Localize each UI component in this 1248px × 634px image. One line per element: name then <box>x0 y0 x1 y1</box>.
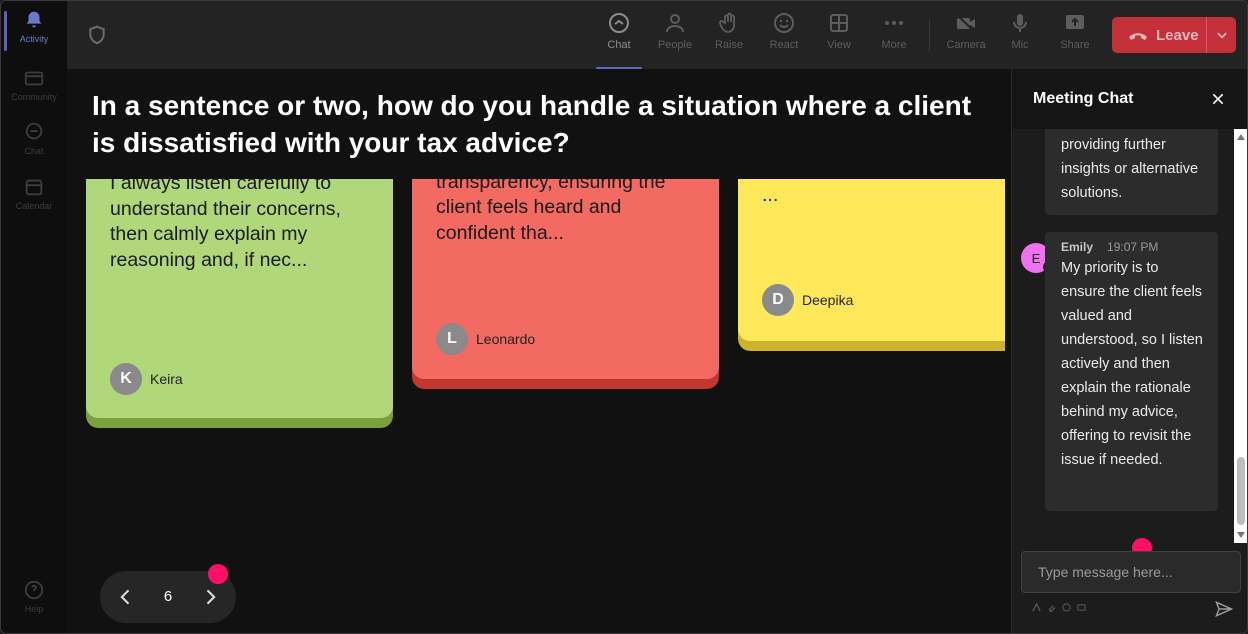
more-button-label: More <box>881 39 907 51</box>
rail-item-chat[interactable]: Chat <box>1 121 67 173</box>
response-card[interactable]: I always listen carefully to understand … <box>86 179 393 428</box>
format-icon[interactable] <box>1032 603 1041 612</box>
avatar: K <box>110 363 142 395</box>
raise-hand-button[interactable]: Raise <box>704 11 754 63</box>
rail-label: Help <box>24 604 44 614</box>
toolbar-divider <box>929 19 930 51</box>
chat-scrollbar[interactable] <box>1234 129 1247 543</box>
message-time: 19:07 PM <box>1107 240 1159 254</box>
chat-button[interactable]: Chat <box>594 11 644 70</box>
message-tools <box>1032 603 1086 612</box>
chat-header: Meeting Chat <box>1012 69 1247 129</box>
more-button[interactable]: More <box>869 11 919 63</box>
chat-title: Meeting Chat <box>1033 90 1134 107</box>
share-button[interactable]: Share <box>1050 11 1100 63</box>
rail-label: Activity <box>19 34 49 44</box>
rail-item-activity[interactable]: Activity <box>1 9 67 61</box>
message-text: My priority is to ensure the client feel… <box>1061 260 1203 468</box>
leave-button[interactable]: Leave <box>1112 17 1236 53</box>
chevron-right-icon[interactable] <box>200 587 220 607</box>
raise-button-label: Raise <box>714 39 744 51</box>
rail-label: Community <box>11 92 57 102</box>
meeting-toolbar: Chat People Raise React View More Camera <box>67 1 1247 70</box>
help-icon <box>24 580 44 600</box>
shield-icon <box>89 25 105 45</box>
author-name: Deepika <box>802 292 854 308</box>
message-input[interactable] <box>1021 551 1241 593</box>
avatar: L <box>436 323 468 355</box>
card-author: D Deepika <box>762 284 853 316</box>
chat-button-label: Chat <box>607 39 631 51</box>
page-number: 6 <box>163 588 173 605</box>
meeting-chat-panel: Meeting Chat providing further insights … <box>1011 69 1247 633</box>
chat-message: providing further insights or alternativ… <box>1045 129 1218 215</box>
cursor-marker <box>208 564 228 584</box>
community-icon <box>24 71 44 86</box>
more-dots-icon <box>885 21 903 25</box>
people-button-label: People <box>657 39 693 51</box>
card-text: I always listen carefully to understand … <box>110 179 341 271</box>
avatar: D <box>762 284 794 316</box>
chat-message: Emily 19:07 PM My priority is to ensure … <box>1045 232 1218 511</box>
question-title: In a sentence or two, how do you handle … <box>92 90 972 158</box>
card-text: communication and transparency, ensuring… <box>436 179 666 244</box>
meeting-app: Activity Community Chat Calendar Help Ch… <box>0 0 1248 634</box>
grid-icon <box>830 14 848 32</box>
view-button[interactable]: View <box>814 11 864 63</box>
camera-button-label: Camera <box>946 39 986 51</box>
close-icon[interactable] <box>1210 91 1226 107</box>
chevron-down-icon <box>1216 32 1227 39</box>
left-rail: Activity Community Chat Calendar Help <box>1 1 67 633</box>
scroll-up-arrow[interactable] <box>1237 134 1245 140</box>
mic-button[interactable]: Mic <box>995 11 1045 63</box>
rail-item-calendar[interactable]: Calendar <box>1 176 67 228</box>
person-icon <box>666 14 684 33</box>
rail-label: Calendar <box>15 201 53 211</box>
chevron-left-icon[interactable] <box>116 587 136 607</box>
rail-label: Chat <box>24 146 44 156</box>
chat-icon <box>25 122 43 140</box>
camera-button[interactable]: Camera <box>941 11 991 63</box>
people-button[interactable]: People <box>650 11 700 63</box>
mic-button-label: Mic <box>1011 39 1029 51</box>
react-button-label: React <box>769 39 799 51</box>
message-author: Emily <box>1061 240 1094 254</box>
response-card[interactable]: communication and transparency, ensuring… <box>412 179 719 389</box>
avatar-initial: E <box>1031 250 1041 266</box>
rail-item-help[interactable]: Help <box>1 579 67 631</box>
card-author: L Leonardo <box>436 323 535 355</box>
leave-options-button[interactable] <box>1206 17 1236 53</box>
scroll-down-arrow[interactable] <box>1237 532 1245 538</box>
author-name: Leonardo <box>476 331 536 347</box>
camera-off-icon <box>956 14 976 33</box>
card-author: K Keira <box>110 363 183 395</box>
microphone-icon <box>1013 14 1027 32</box>
attach-icon[interactable] <box>1047 603 1056 612</box>
chat-messages: providing further insights or alternativ… <box>1012 129 1247 543</box>
calendar-icon <box>25 179 43 196</box>
emoji-icon[interactable] <box>1062 603 1071 612</box>
hand-icon <box>719 12 735 33</box>
bell-icon <box>26 11 42 28</box>
author-name: Keira <box>150 371 183 387</box>
react-button[interactable]: React <box>759 11 809 63</box>
scroll-thumb[interactable] <box>1237 457 1245 525</box>
chat-icon <box>609 13 629 33</box>
share-button-label: Share <box>1060 39 1090 51</box>
gif-icon[interactable] <box>1077 603 1086 612</box>
main-stage: In a sentence or two, how do you handle … <box>67 69 1011 633</box>
message-text: providing further insights or alternativ… <box>1061 137 1199 201</box>
view-button-label: View <box>827 39 851 51</box>
message-meta: Emily 19:07 PM <box>1061 238 1206 256</box>
smiley-icon <box>774 13 794 33</box>
response-card[interactable]: ... D Deepika <box>738 179 1005 351</box>
hang-up-icon <box>1129 33 1147 40</box>
send-icon[interactable] <box>1214 599 1234 619</box>
card-text: ... <box>762 184 779 206</box>
rail-item-community[interactable]: Community <box>1 67 67 119</box>
response-cards: I always listen carefully to understand … <box>67 179 1005 539</box>
leave-button-label: Leave <box>1156 26 1199 44</box>
share-screen-icon <box>1066 15 1084 29</box>
